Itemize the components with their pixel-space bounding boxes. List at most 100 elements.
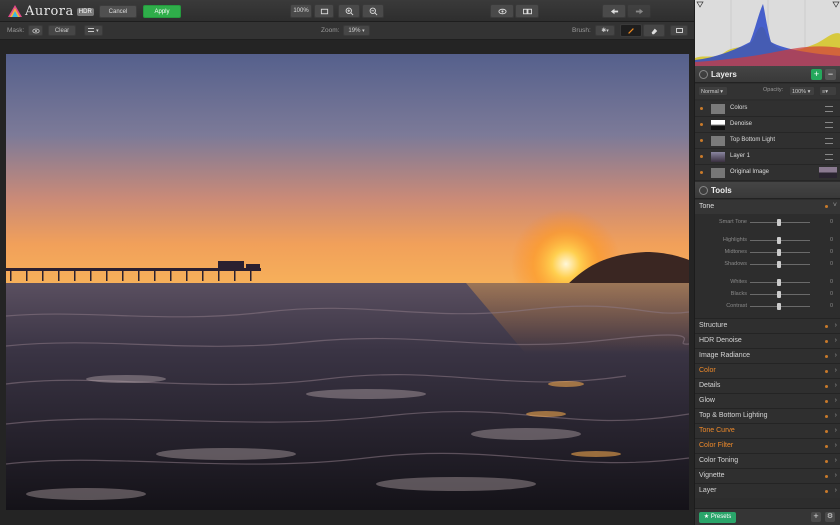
tool-section-image-radiance[interactable]: Image Radiance › bbox=[695, 348, 840, 363]
fit-screen-button[interactable] bbox=[314, 4, 334, 18]
section-toggle-dot[interactable] bbox=[825, 490, 828, 493]
slider-handle[interactable] bbox=[777, 237, 781, 244]
tool-section-details[interactable]: Details › bbox=[695, 378, 840, 393]
slider-value: 0 bbox=[829, 237, 833, 243]
section-toggle-dot[interactable] bbox=[825, 355, 828, 358]
layer-settings-icon[interactable] bbox=[825, 122, 833, 128]
add-preset-button[interactable]: + bbox=[811, 512, 821, 522]
layer-item[interactable]: Top Bottom Light bbox=[695, 133, 840, 149]
slider-value: 0 bbox=[829, 291, 833, 297]
zoom-out-button[interactable] bbox=[362, 4, 384, 18]
layer-settings-icon[interactable] bbox=[825, 106, 833, 112]
mask-visibility-button[interactable] bbox=[28, 25, 43, 36]
redo-button[interactable] bbox=[627, 4, 651, 18]
mask-menu-button[interactable]: ▾ bbox=[84, 25, 103, 36]
layer-thumbnail bbox=[711, 168, 725, 178]
layer-visibility-icon[interactable] bbox=[700, 123, 703, 126]
tools-header[interactable]: Tools bbox=[695, 182, 840, 199]
slider-row[interactable]: Contrast 0 bbox=[695, 301, 840, 312]
layer-name: Denoise bbox=[730, 121, 753, 127]
slider-row[interactable]: Blacks 0 bbox=[695, 289, 840, 300]
brush-paint-button[interactable] bbox=[620, 24, 642, 37]
app-name: Aurora bbox=[25, 3, 74, 19]
clear-mask-button[interactable]: Clear bbox=[48, 25, 76, 36]
slider-row[interactable]: Whites 0 bbox=[695, 277, 840, 288]
layer-item[interactable]: Colors bbox=[695, 101, 840, 117]
zoom-label: Zoom: bbox=[321, 27, 340, 34]
layer-settings-icon[interactable] bbox=[825, 154, 833, 160]
layer-item[interactable]: Layer 1 bbox=[695, 149, 840, 165]
zoom-value: 19% bbox=[348, 28, 361, 34]
zoom-select[interactable]: 19% ▾ bbox=[343, 25, 370, 36]
preset-settings-icon[interactable]: ⚙ bbox=[825, 512, 835, 522]
blend-mode-select[interactable]: Normal ▾ bbox=[698, 86, 728, 96]
tool-section-top-bottom-lighting[interactable]: Top & Bottom Lighting › bbox=[695, 408, 840, 423]
tool-section-layer[interactable]: Layer › bbox=[695, 483, 840, 498]
tool-section-label: Top & Bottom Lighting bbox=[699, 412, 768, 419]
section-toggle-dot[interactable] bbox=[825, 325, 828, 328]
mask-options-button[interactable] bbox=[670, 25, 688, 36]
tool-section-hdr-denoise[interactable]: HDR Denoise › bbox=[695, 333, 840, 348]
slider-row[interactable]: Highlights 0 bbox=[695, 235, 840, 246]
add-layer-button[interactable]: + bbox=[811, 69, 822, 80]
section-toggle-dot[interactable] bbox=[825, 430, 828, 433]
layer-visibility-icon[interactable] bbox=[700, 107, 703, 110]
layer-settings-icon[interactable] bbox=[825, 138, 833, 144]
slider-handle[interactable] bbox=[777, 249, 781, 256]
tool-section-color-filter[interactable]: Color Filter › bbox=[695, 438, 840, 453]
section-toggle-dot[interactable] bbox=[825, 385, 828, 388]
section-toggle-dot[interactable] bbox=[825, 370, 828, 373]
cancel-button[interactable]: Cancel bbox=[99, 5, 137, 18]
slider-row[interactable]: Midtones 0 bbox=[695, 247, 840, 258]
apply-button[interactable]: Apply bbox=[143, 5, 181, 18]
section-toggle-dot[interactable] bbox=[825, 415, 828, 418]
eraser-button[interactable] bbox=[643, 24, 665, 37]
menu-icon: ≡▾ bbox=[822, 89, 828, 95]
layer-visibility-icon[interactable] bbox=[700, 139, 703, 142]
zoom-in-icon bbox=[345, 7, 353, 15]
layers-header[interactable]: Layers + − bbox=[695, 66, 840, 83]
layer-item[interactable]: Original Image bbox=[695, 165, 840, 181]
tool-section-glow[interactable]: Glow › bbox=[695, 393, 840, 408]
preview-button[interactable] bbox=[490, 4, 514, 18]
image-canvas[interactable] bbox=[0, 40, 694, 525]
layer-visibility-icon[interactable] bbox=[700, 155, 703, 158]
tool-section-color[interactable]: Color › bbox=[695, 363, 840, 378]
slider-handle[interactable] bbox=[777, 261, 781, 268]
slider-value: 0 bbox=[829, 303, 833, 309]
zoom-in-button[interactable] bbox=[338, 4, 360, 18]
tool-section-tone-curve[interactable]: Tone Curve › bbox=[695, 423, 840, 438]
undo-button[interactable] bbox=[602, 4, 626, 18]
section-toggle-dot[interactable] bbox=[825, 475, 828, 478]
remove-layer-button[interactable]: − bbox=[825, 69, 836, 80]
zoom-100-button[interactable]: 100% bbox=[290, 4, 312, 18]
chevron-right-icon: › bbox=[834, 427, 837, 434]
presets-button[interactable]: ★ Presets bbox=[699, 512, 736, 523]
section-toggle-dot[interactable] bbox=[825, 205, 828, 208]
section-toggle-dot[interactable] bbox=[825, 400, 828, 403]
slider-handle[interactable] bbox=[777, 279, 781, 286]
layer-menu-button[interactable]: ≡▾ bbox=[819, 86, 837, 96]
tone-section-header[interactable]: Tone ˅ bbox=[695, 200, 840, 214]
chevron-right-icon: › bbox=[834, 457, 837, 464]
section-toggle-dot[interactable] bbox=[825, 340, 828, 343]
layer-thumbnail bbox=[711, 152, 725, 162]
tool-section-color-toning[interactable]: Color Toning › bbox=[695, 453, 840, 468]
slider-handle[interactable] bbox=[777, 291, 781, 298]
brush-settings-button[interactable]: ✱▾ bbox=[595, 25, 615, 36]
slider-handle[interactable] bbox=[777, 219, 781, 226]
section-toggle-dot[interactable] bbox=[825, 445, 828, 448]
photo-preview[interactable] bbox=[6, 54, 689, 510]
layer-item[interactable]: Denoise bbox=[695, 117, 840, 133]
section-toggle-dot[interactable] bbox=[825, 460, 828, 463]
slider-label: Whites bbox=[730, 279, 747, 285]
layer-visibility-icon[interactable] bbox=[700, 171, 703, 174]
compare-button[interactable] bbox=[515, 4, 539, 18]
slider-row[interactable]: Shadows 0 bbox=[695, 259, 840, 270]
slider-row[interactable]: Smart Tone 0 bbox=[695, 217, 840, 228]
tool-section-vignette[interactable]: Vignette › bbox=[695, 468, 840, 483]
tool-section-structure[interactable]: Structure › bbox=[695, 318, 840, 333]
opacity-select[interactable]: 100% ▾ bbox=[789, 86, 815, 96]
slider-handle[interactable] bbox=[777, 303, 781, 310]
mask-label: Mask: bbox=[7, 27, 25, 34]
